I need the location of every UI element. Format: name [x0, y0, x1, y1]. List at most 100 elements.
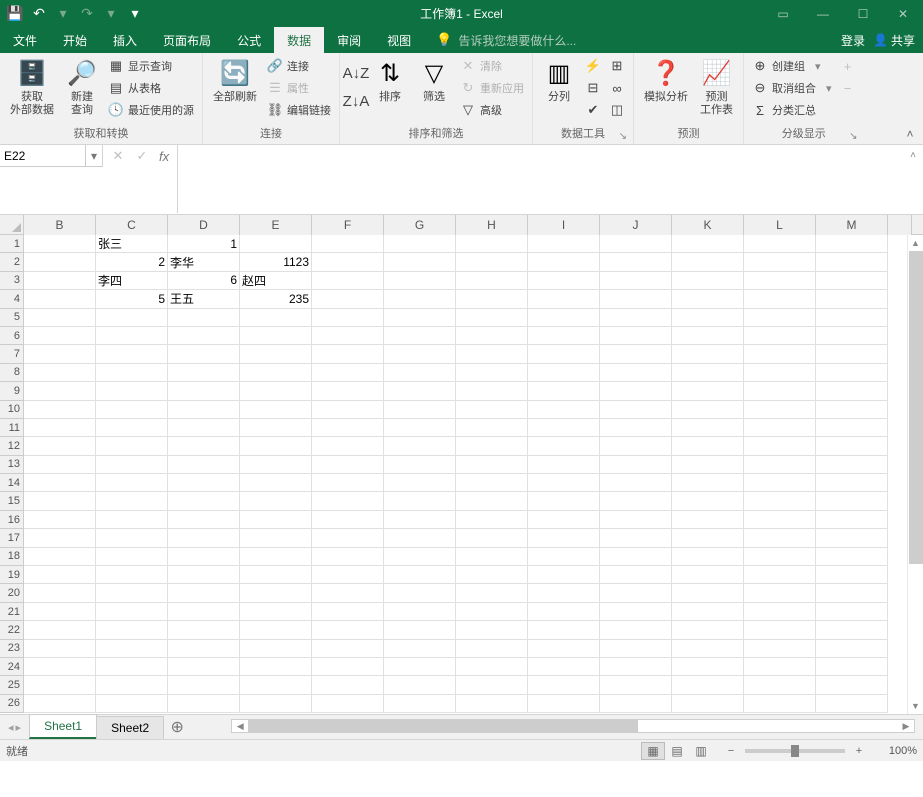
cell-H19[interactable]	[456, 566, 528, 584]
cell-L13[interactable]	[744, 456, 816, 474]
cell-C3[interactable]: 李四	[96, 272, 168, 290]
cell-C4[interactable]: 5	[96, 290, 168, 308]
cell-J7[interactable]	[600, 345, 672, 363]
cell-J18[interactable]	[600, 548, 672, 566]
cell-E10[interactable]	[240, 401, 312, 419]
cell-B5[interactable]	[24, 309, 96, 327]
cell-F24[interactable]	[312, 658, 384, 676]
cell-B2[interactable]	[24, 253, 96, 271]
cell-E7[interactable]	[240, 345, 312, 363]
connections-button[interactable]: 🔗连接	[263, 55, 335, 77]
cell-C18[interactable]	[96, 548, 168, 566]
cell-D5[interactable]	[168, 309, 240, 327]
cell-M11[interactable]	[816, 419, 888, 437]
cell-B18[interactable]	[24, 548, 96, 566]
cell-E26[interactable]	[240, 695, 312, 713]
row-header-25[interactable]: 25	[0, 676, 24, 694]
cell-G7[interactable]	[384, 345, 456, 363]
cell-C14[interactable]	[96, 474, 168, 492]
row-header-6[interactable]: 6	[0, 327, 24, 345]
cell-I22[interactable]	[528, 621, 600, 639]
cell-B1[interactable]	[24, 235, 96, 253]
cell-I4[interactable]	[528, 290, 600, 308]
cell-K22[interactable]	[672, 621, 744, 639]
row-header-23[interactable]: 23	[0, 640, 24, 658]
cell-M2[interactable]	[816, 253, 888, 271]
cell-B24[interactable]	[24, 658, 96, 676]
cell-C8[interactable]	[96, 364, 168, 382]
column-header-B[interactable]: B	[24, 215, 96, 235]
undo-icon[interactable]: ↶	[28, 3, 50, 25]
maximize-icon[interactable]: ☐	[843, 0, 883, 27]
get-external-data-button[interactable]: 🗄️ 获取 外部数据	[4, 55, 60, 119]
show-queries-button[interactable]: ▦显示查询	[104, 55, 198, 77]
cell-G17[interactable]	[384, 529, 456, 547]
vertical-scrollbar[interactable]: ▲ ▼	[907, 235, 923, 714]
redo-icon[interactable]: ↷	[76, 3, 98, 25]
cell-I16[interactable]	[528, 511, 600, 529]
cell-H15[interactable]	[456, 492, 528, 510]
cell-M19[interactable]	[816, 566, 888, 584]
tell-me-search[interactable]: 💡 告诉我您想要做什么...	[424, 27, 841, 53]
cell-G1[interactable]	[384, 235, 456, 253]
row-header-24[interactable]: 24	[0, 658, 24, 676]
column-header-M[interactable]: M	[816, 215, 888, 235]
cell-M7[interactable]	[816, 345, 888, 363]
cell-H25[interactable]	[456, 676, 528, 694]
cell-K23[interactable]	[672, 640, 744, 658]
cell-H10[interactable]	[456, 401, 528, 419]
cell-D10[interactable]	[168, 401, 240, 419]
cell-F22[interactable]	[312, 621, 384, 639]
cell-H26[interactable]	[456, 695, 528, 713]
cell-B8[interactable]	[24, 364, 96, 382]
cell-H22[interactable]	[456, 621, 528, 639]
row-header-16[interactable]: 16	[0, 511, 24, 529]
cell-L23[interactable]	[744, 640, 816, 658]
cell-G6[interactable]	[384, 327, 456, 345]
recent-sources-button[interactable]: 🕓最近使用的源	[104, 99, 198, 121]
cell-C9[interactable]	[96, 382, 168, 400]
cell-E2[interactable]: 1123	[240, 253, 312, 271]
column-header-I[interactable]: I	[528, 215, 600, 235]
cell-M6[interactable]	[816, 327, 888, 345]
sheet-tab-Sheet2[interactable]: Sheet2	[96, 716, 164, 739]
cell-C5[interactable]	[96, 309, 168, 327]
cell-I14[interactable]	[528, 474, 600, 492]
cell-B16[interactable]	[24, 511, 96, 529]
cell-G25[interactable]	[384, 676, 456, 694]
cell-C16[interactable]	[96, 511, 168, 529]
name-box-dropdown-icon[interactable]: ▾	[86, 145, 102, 167]
cell-H14[interactable]	[456, 474, 528, 492]
cell-G11[interactable]	[384, 419, 456, 437]
cell-K13[interactable]	[672, 456, 744, 474]
view-normal-icon[interactable]: ▦	[641, 742, 665, 760]
sort-desc-button[interactable]: Z↓A	[344, 87, 368, 115]
cell-K18[interactable]	[672, 548, 744, 566]
cell-C1[interactable]: 张三	[96, 235, 168, 253]
tab-data[interactable]: 数据	[274, 27, 324, 53]
cell-M3[interactable]	[816, 272, 888, 290]
cell-M14[interactable]	[816, 474, 888, 492]
cell-I10[interactable]	[528, 401, 600, 419]
cell-H1[interactable]	[456, 235, 528, 253]
cell-J21[interactable]	[600, 603, 672, 621]
cell-B10[interactable]	[24, 401, 96, 419]
cell-G9[interactable]	[384, 382, 456, 400]
cell-I5[interactable]	[528, 309, 600, 327]
cell-D1[interactable]: 1	[168, 235, 240, 253]
cell-M18[interactable]	[816, 548, 888, 566]
cell-H7[interactable]	[456, 345, 528, 363]
cell-E14[interactable]	[240, 474, 312, 492]
cell-I19[interactable]	[528, 566, 600, 584]
cell-D18[interactable]	[168, 548, 240, 566]
cell-L25[interactable]	[744, 676, 816, 694]
cell-C17[interactable]	[96, 529, 168, 547]
cell-F26[interactable]	[312, 695, 384, 713]
zoom-slider[interactable]	[745, 749, 845, 753]
tab-review[interactable]: 审阅	[324, 27, 374, 53]
scroll-up-icon[interactable]: ▲	[908, 235, 923, 251]
cell-F4[interactable]	[312, 290, 384, 308]
cell-D12[interactable]	[168, 437, 240, 455]
cell-H13[interactable]	[456, 456, 528, 474]
cell-D21[interactable]	[168, 603, 240, 621]
